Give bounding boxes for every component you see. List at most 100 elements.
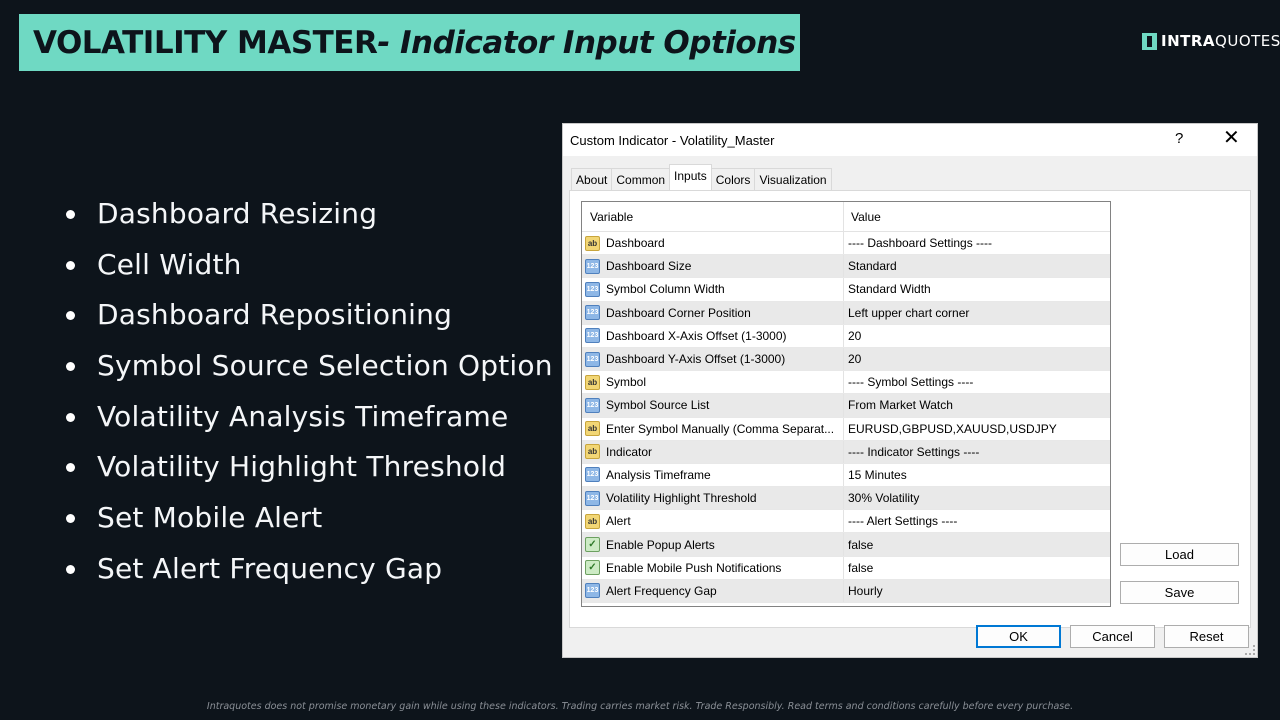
feature-list-label: Volatility Highlight Threshold: [97, 450, 507, 484]
numeric-type-icon: 123: [585, 281, 600, 297]
table-row[interactable]: ✓ Enable Mobile Push Notifications false: [582, 556, 1110, 580]
feature-list-item: Cell Width: [62, 245, 553, 296]
variable-cell: 123 Symbol Source List: [582, 394, 844, 417]
variable-cell: 123 Alert Frequency Gap: [582, 579, 844, 602]
feature-list-item: Volatility Analysis Timeframe: [62, 397, 553, 448]
variable-cell: ✓ Enable Mobile Push Notifications: [582, 556, 844, 579]
numeric-type-icon: 123: [585, 258, 600, 274]
variable-name: Dashboard Corner Position: [606, 305, 751, 320]
ok-button[interactable]: OK: [976, 625, 1061, 648]
string-type-icon: ab: [585, 421, 600, 437]
feature-list-item: Symbol Source Selection Option: [62, 346, 553, 397]
cancel-button[interactable]: Cancel: [1070, 625, 1155, 648]
variable-cell: ab Symbol: [582, 371, 844, 394]
value-cell[interactable]: 15 Minutes: [844, 468, 907, 482]
value-cell[interactable]: false: [844, 561, 873, 575]
table-row[interactable]: 123 Volatility Highlight Threshold 30% Vol…: [582, 487, 1110, 511]
numeric-type-icon: 123: [585, 351, 600, 367]
column-header-variable[interactable]: Variable: [582, 202, 844, 231]
value-cell[interactable]: Left upper chart corner: [844, 306, 969, 320]
variable-name: Symbol: [606, 375, 647, 390]
table-row[interactable]: 123 Symbol Column Width Standard Width: [582, 278, 1110, 302]
help-button[interactable]: ?: [1175, 130, 1183, 147]
variable-cell: 123 Analysis Timeframe: [582, 463, 844, 487]
table-row[interactable]: 123 Alert Frequency Gap Hourly: [582, 579, 1110, 603]
table-row[interactable]: ab Dashboard ---- Dashboard Settings ----: [582, 232, 1110, 256]
variable-name: Symbol Source List: [606, 398, 710, 413]
reset-button[interactable]: Reset: [1164, 625, 1249, 648]
value-cell[interactable]: ---- Alert Settings ----: [844, 514, 957, 528]
tab-visualization[interactable]: Visualization: [754, 168, 832, 191]
feature-list-label: Set Alert Frequency Gap: [97, 551, 443, 585]
bullet-dot-icon: [66, 362, 75, 372]
feature-list-label: Dashboard Resizing: [97, 197, 378, 230]
value-cell[interactable]: 20: [844, 352, 861, 366]
value-cell[interactable]: 30% Volatility: [844, 491, 919, 505]
numeric-type-icon: 123: [585, 305, 600, 321]
value-cell[interactable]: From Market Watch: [844, 398, 953, 412]
value-cell[interactable]: false: [844, 538, 873, 552]
value-cell[interactable]: ---- Indicator Settings ----: [844, 445, 979, 459]
table-row[interactable]: 123 Analysis Timeframe 15 Minutes: [582, 463, 1110, 488]
feature-list-label: Volatility Analysis Timeframe: [97, 399, 509, 433]
numeric-type-icon: 123: [585, 328, 600, 344]
intraquotes-logo: INTRA QUOTES: [1142, 32, 1280, 50]
string-type-icon: ab: [585, 374, 600, 390]
variable-name: Enable Mobile Push Notifications: [606, 560, 782, 575]
table-row[interactable]: ✓ Enable Popup Alerts false: [582, 533, 1110, 557]
numeric-type-icon: 123: [585, 583, 600, 599]
variable-cell: 123 Dashboard Corner Position: [582, 301, 844, 324]
feature-list-item: Set Alert Frequency Gap: [62, 549, 553, 600]
table-row[interactable]: ab Indicator ---- Indicator Settings ----: [582, 440, 1110, 464]
tab-about[interactable]: About: [571, 168, 613, 191]
numeric-type-icon: 123: [585, 490, 600, 506]
tab-colors[interactable]: Colors: [710, 168, 756, 191]
feature-list: Dashboard Resizing Cell Width Dashboard Re…: [62, 194, 553, 600]
boolean-type-icon: ✓: [585, 537, 600, 553]
boolean-type-icon: ✓: [585, 560, 600, 576]
variable-cell: 123 Symbol Column Width: [582, 278, 844, 301]
bullet-dot-icon: [66, 564, 75, 574]
value-cell[interactable]: EURUSD,GBPUSD,XAUUSD,USDJPY: [844, 422, 1057, 436]
table-row[interactable]: 123 Dashboard Corner Position Left upper c…: [582, 301, 1110, 325]
feature-list-item: Set Mobile Alert: [62, 498, 553, 549]
tab-inputs[interactable]: Inputs: [669, 164, 712, 191]
variable-name: Indicator: [606, 444, 653, 459]
table-row[interactable]: 123 Dashboard Size Standard: [582, 255, 1110, 279]
variable-cell: ab Dashboard: [582, 232, 844, 255]
value-cell[interactable]: Standard Width: [844, 282, 931, 296]
logo-text-part2: QUOTES: [1215, 32, 1280, 50]
value-cell[interactable]: Hourly: [844, 584, 883, 598]
variable-name: Alert Frequency Gap: [606, 583, 717, 598]
table-row[interactable]: 123 Dashboard Y-Axis Offset (1-3000) 20: [582, 347, 1110, 372]
tab-common[interactable]: Common: [611, 168, 671, 191]
variable-name: Dashboard Size: [606, 259, 692, 274]
value-cell[interactable]: ---- Symbol Settings ----: [844, 375, 973, 389]
close-icon[interactable]: ✕: [1223, 128, 1240, 148]
string-type-icon: ab: [585, 513, 600, 529]
table-row[interactable]: ab Enter Symbol Manually (Comma Separat..…: [582, 417, 1110, 441]
title-bold: VOLATILITY MASTER: [33, 24, 378, 61]
table-row[interactable]: ab Alert ---- Alert Settings ----: [582, 510, 1110, 534]
feature-list-label: Set Mobile Alert: [97, 501, 323, 535]
variable-name: Symbol Column Width: [606, 282, 725, 297]
string-type-icon: ab: [585, 235, 600, 251]
load-button[interactable]: Load: [1120, 543, 1239, 566]
variable-name: Dashboard: [606, 236, 665, 251]
value-cell[interactable]: 20: [844, 329, 861, 343]
save-button[interactable]: Save: [1120, 581, 1239, 604]
feature-list-item: Dashboard Repositioning: [62, 295, 553, 346]
value-cell[interactable]: Standard: [844, 259, 897, 273]
bullet-dot-icon: [66, 311, 75, 321]
page-title: VOLATILITY MASTER - Indicator Input Optio…: [19, 14, 800, 71]
numeric-type-icon: 123: [585, 397, 600, 413]
column-header-value[interactable]: Value: [844, 202, 881, 231]
value-cell[interactable]: ---- Dashboard Settings ----: [844, 236, 992, 250]
variable-cell: 123 Dashboard Y-Axis Offset (1-3000): [582, 347, 844, 371]
table-row[interactable]: ab Symbol ---- Symbol Settings ----: [582, 371, 1110, 395]
table-row[interactable]: 123 Symbol Source List From Market Watch: [582, 394, 1110, 418]
table-row[interactable]: 123 Dashboard X-Axis Offset (1-3000) 20: [582, 324, 1110, 348]
resize-grip-icon[interactable]: [1245, 645, 1255, 655]
variable-name: Dashboard Y-Axis Offset (1-3000): [606, 352, 786, 367]
variable-cell: 123 Dashboard Size: [582, 255, 844, 278]
